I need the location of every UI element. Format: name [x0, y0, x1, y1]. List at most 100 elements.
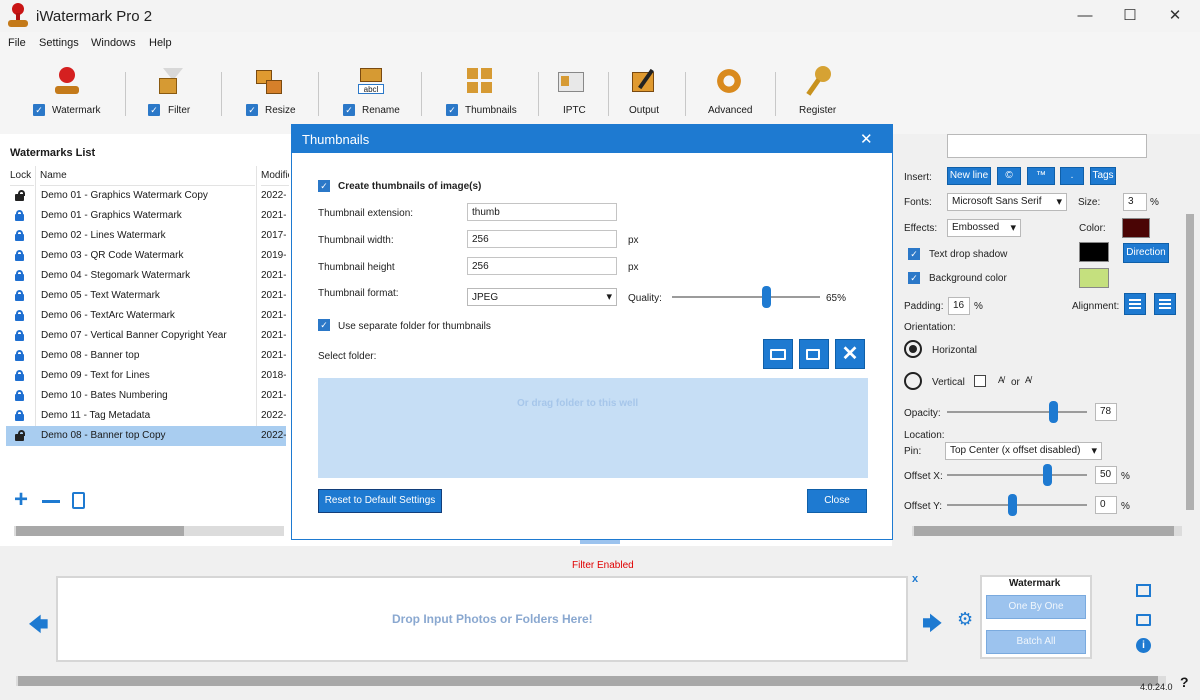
list-item[interactable]: Demo 03 - QR Code Watermark 2019-0 [6, 246, 286, 266]
folder-drop-well[interactable] [318, 378, 868, 478]
quality-slider-thumb[interactable] [762, 286, 771, 308]
list-item[interactable]: Demo 05 - Text Watermark 2021-1 [6, 286, 286, 306]
previous-arrow-icon[interactable]: 🡄 [28, 610, 49, 644]
lock-icon[interactable] [14, 370, 25, 381]
dot-button[interactable]: . [1060, 167, 1084, 185]
open-folder-icon[interactable] [763, 339, 793, 369]
text-color-swatch[interactable] [1122, 218, 1150, 238]
close-window-button[interactable]: ✕ [1160, 6, 1190, 26]
resize-checkbox[interactable]: ✓ [246, 104, 258, 116]
menu-windows[interactable]: Windows [91, 37, 136, 49]
toolbar-iptc[interactable]: IPTC [556, 54, 596, 132]
thumbnail-extension-input[interactable]: thumb [467, 203, 617, 221]
text-area[interactable] [947, 134, 1147, 158]
menu-help[interactable]: Help [149, 37, 172, 49]
create-thumbnails-checkbox[interactable]: ✓ [318, 180, 330, 192]
list-item[interactable]: Demo 07 - Vertical Banner Copyright Year… [6, 326, 286, 346]
separate-folder-checkbox[interactable]: ✓ [318, 319, 330, 331]
list-item[interactable]: Demo 09 - Text for Lines 2018-0 [6, 366, 286, 386]
toolbar-watermark[interactable]: ✓ Watermark [30, 54, 120, 132]
opacity-slider[interactable] [947, 401, 1087, 423]
horizontal-radio[interactable] [904, 340, 922, 358]
filter-checkbox[interactable]: ✓ [148, 104, 160, 116]
vertical-radio[interactable] [904, 372, 922, 390]
shadow-color-swatch[interactable] [1079, 242, 1109, 262]
lock-icon[interactable] [14, 310, 25, 321]
toolbar-register[interactable]: Register [797, 54, 847, 132]
watermark-checkbox[interactable]: ✓ [33, 104, 45, 116]
background-color-checkbox[interactable]: ✓ [908, 272, 920, 284]
right-scrollbar-thumb[interactable] [914, 526, 1174, 536]
toolbar-resize[interactable]: ✓ Resize [244, 54, 304, 132]
drop-shadow-checkbox[interactable]: ✓ [908, 248, 920, 260]
list-item[interactable]: Demo 01 - Graphics Watermark 2021-1 [6, 206, 286, 226]
padding-input[interactable]: 16 [948, 297, 970, 315]
align-justify-button[interactable] [1154, 293, 1176, 315]
offset-x-input[interactable]: 50 [1095, 466, 1117, 484]
thumbnail-width-input[interactable]: 256 [467, 230, 617, 248]
vertical-option-checkbox[interactable] [974, 375, 986, 387]
column-name[interactable]: Name [40, 166, 255, 186]
list-item[interactable]: Demo 02 - Lines Watermark 2017-1 [6, 226, 286, 246]
minimize-button[interactable]: — [1070, 6, 1100, 26]
bottom-scrollbar-thumb[interactable] [18, 676, 1158, 686]
browse-folder-icon[interactable] [799, 339, 829, 369]
reset-default-button[interactable]: Reset to Default Settings [318, 489, 442, 513]
rotate-right-icon[interactable]: A̸ [1025, 375, 1031, 385]
opacity-slider-thumb[interactable] [1049, 401, 1058, 423]
lock-icon[interactable] [14, 270, 25, 281]
rename-checkbox[interactable]: ✓ [343, 104, 355, 116]
size-input[interactable]: 3 [1123, 193, 1147, 211]
export-icon[interactable] [72, 492, 85, 509]
offset-y-slider-thumb[interactable] [1008, 494, 1017, 516]
unlock-icon[interactable] [14, 430, 25, 441]
unlock-icon[interactable] [14, 190, 25, 201]
copyright-button[interactable]: © [997, 167, 1021, 185]
list-item[interactable]: Demo 10 - Bates Numbering 2021-1 [6, 386, 286, 406]
one-by-one-button[interactable]: One By One [986, 595, 1086, 619]
image-icon[interactable] [1136, 584, 1151, 597]
list-item[interactable]: Demo 08 - Banner top 2021-1 [6, 346, 286, 366]
settings-gear-icon[interactable]: ⚙ [957, 609, 973, 630]
list-item[interactable]: Demo 01 - Graphics Watermark Copy 2022-1 [6, 186, 286, 206]
close-button[interactable]: Close [807, 489, 867, 513]
folder-icon[interactable] [1136, 614, 1151, 626]
toolbar-advanced[interactable]: Advanced [706, 54, 756, 132]
splitter-handle[interactable] [580, 540, 620, 544]
list-item[interactable]: Demo 08 - Banner top Copy 2022-1 [6, 426, 286, 446]
quality-slider[interactable] [672, 286, 820, 308]
toolbar-output[interactable]: Output [626, 54, 666, 132]
column-lock[interactable]: Lock [10, 166, 34, 186]
direction-button[interactable]: Direction [1123, 243, 1169, 263]
lock-icon[interactable] [14, 410, 25, 421]
toolbar-filter[interactable]: ✓ Filter [146, 54, 206, 132]
lock-icon[interactable] [14, 230, 25, 241]
add-icon[interactable]: + [14, 488, 32, 512]
new-line-button[interactable]: New line [947, 167, 991, 185]
next-arrow-icon[interactable]: 🡆 [922, 609, 943, 643]
menu-settings[interactable]: Settings [39, 37, 79, 49]
lock-icon[interactable] [14, 390, 25, 401]
list-item[interactable]: Demo 06 - TextArc Watermark 2021-1 [6, 306, 286, 326]
toolbar-rename[interactable]: abcl ✓ Rename [341, 54, 411, 132]
lock-icon[interactable] [14, 250, 25, 261]
lock-icon[interactable] [14, 290, 25, 301]
align-center-button[interactable] [1124, 293, 1146, 315]
thumbnails-checkbox[interactable]: ✓ [446, 104, 458, 116]
rotate-left-icon[interactable]: A̸ [998, 375, 1004, 385]
opacity-input[interactable]: 78 [1095, 403, 1117, 421]
menu-file[interactable]: File [8, 37, 26, 49]
clear-input-icon[interactable]: x [912, 573, 918, 585]
font-select[interactable]: Microsoft Sans Serif [947, 193, 1067, 211]
lock-icon[interactable] [14, 330, 25, 341]
effects-select[interactable]: Embossed [947, 219, 1021, 237]
offset-x-slider[interactable] [947, 464, 1087, 486]
list-scrollbar-thumb[interactable] [16, 526, 184, 536]
lock-icon[interactable] [14, 210, 25, 221]
thumbnail-height-input[interactable]: 256 [467, 257, 617, 275]
clear-folder-icon[interactable]: ✕ [835, 339, 865, 369]
batch-all-button[interactable]: Batch All [986, 630, 1086, 654]
list-item[interactable]: Demo 04 - Stegomark Watermark 2021-1 [6, 266, 286, 286]
pin-select[interactable]: Top Center (x offset disabled) [945, 442, 1102, 460]
dialog-close-icon[interactable]: ✕ [860, 130, 873, 148]
